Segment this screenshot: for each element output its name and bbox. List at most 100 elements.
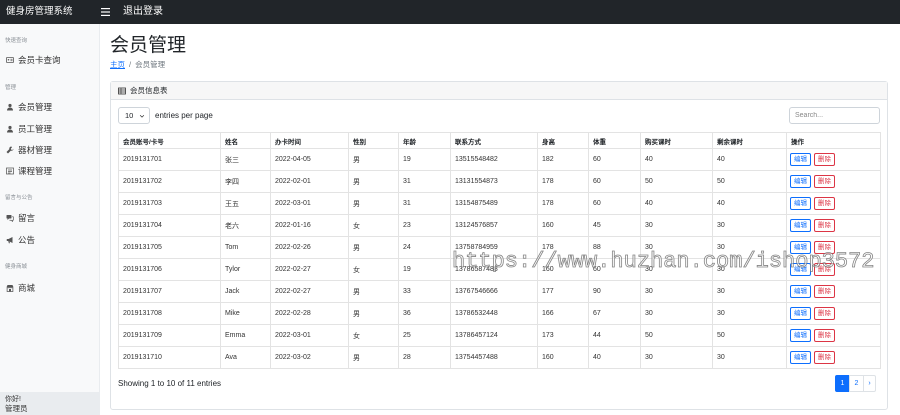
id-card-icon bbox=[6, 57, 14, 63]
search-input[interactable] bbox=[789, 107, 880, 124]
cell-member-id: 2019131701 bbox=[118, 148, 221, 171]
delete-button[interactable]: 删除 bbox=[814, 153, 835, 166]
cell-weight: 90 bbox=[588, 280, 641, 303]
cell-height: 182 bbox=[537, 148, 589, 171]
sidebar-item-label: 商城 bbox=[18, 283, 36, 293]
card-header: 会员信息表 bbox=[111, 82, 887, 100]
sidebar-item-courses[interactable]: 课程管理 bbox=[0, 162, 99, 180]
cell-remaining-hours: 40 bbox=[712, 192, 787, 215]
cell-card-date: 2022-03-02 bbox=[270, 346, 349, 369]
delete-button[interactable]: 删除 bbox=[814, 263, 835, 276]
edit-button[interactable]: 编辑 bbox=[790, 219, 811, 232]
cell-weight: 60 bbox=[588, 258, 641, 281]
top-navbar: 健身房管理系统 退出登录 bbox=[0, 0, 900, 24]
edit-button[interactable]: 编辑 bbox=[790, 153, 811, 166]
sidebar-item-mall[interactable]: 商城 bbox=[0, 279, 99, 297]
sidebar-item-label: 课程管理 bbox=[18, 166, 53, 176]
table-row: 2019131705 Tom 2022-02-26 男 24 13758784959 178… bbox=[118, 236, 881, 259]
bullhorn-icon bbox=[6, 237, 13, 244]
cell-age: 19 bbox=[398, 258, 451, 281]
cell-gender: 男 bbox=[348, 346, 399, 369]
cell-name: Tylor bbox=[220, 258, 271, 281]
edit-button[interactable]: 编辑 bbox=[790, 241, 811, 254]
cell-gender: 女 bbox=[348, 324, 399, 347]
table-row: 2019131701 张三 2022-04-05 男 19 13515548482 182 6… bbox=[118, 148, 881, 171]
sidebar-item-label: 公告 bbox=[18, 235, 36, 245]
page-size-value: 10 bbox=[125, 111, 134, 120]
user-icon bbox=[7, 125, 13, 133]
cell-gender: 男 bbox=[348, 302, 399, 325]
cell-card-date: 2022-02-27 bbox=[270, 280, 349, 303]
cell-purchased-hours: 30 bbox=[640, 236, 713, 259]
delete-button[interactable]: 删除 bbox=[814, 307, 835, 320]
cell-member-id: 2019131706 bbox=[118, 258, 221, 281]
page-size-select[interactable]: 10 bbox=[118, 107, 150, 124]
delete-button[interactable]: 删除 bbox=[814, 197, 835, 210]
cell-purchased-hours: 50 bbox=[640, 324, 713, 347]
delete-button[interactable]: 删除 bbox=[814, 329, 835, 342]
column-header-gender: 性别 bbox=[348, 132, 399, 149]
edit-button[interactable]: 编辑 bbox=[790, 197, 811, 210]
sidebar-item-equipment[interactable]: 器材管理 bbox=[0, 141, 99, 159]
cell-member-id: 2019131709 bbox=[118, 324, 221, 347]
cell-card-date: 2022-02-28 bbox=[270, 302, 349, 325]
brand-title[interactable]: 健身房管理系统 bbox=[6, 0, 73, 24]
sidebar-item-messages[interactable]: 留言 bbox=[0, 209, 99, 227]
page-1-button[interactable]: 1 bbox=[835, 375, 850, 392]
edit-button[interactable]: 编辑 bbox=[790, 285, 811, 298]
app-window: 健身房管理系统 退出登录 快速查询 会员卡查询 管理 会员管理 员工管理 器材管… bbox=[0, 0, 900, 415]
user-icon bbox=[7, 103, 13, 111]
delete-button[interactable]: 删除 bbox=[814, 175, 835, 188]
edit-button[interactable]: 编辑 bbox=[790, 175, 811, 188]
cell-purchased-hours: 40 bbox=[640, 192, 713, 215]
cell-remaining-hours: 40 bbox=[712, 148, 787, 171]
chevron-down-icon bbox=[139, 114, 145, 118]
cell-height: 178 bbox=[537, 170, 589, 193]
greeting-text: 你好! bbox=[5, 396, 21, 403]
cell-weight: 60 bbox=[588, 148, 641, 171]
sidebar-heading-messages-notices: 留言与公告 bbox=[5, 195, 33, 201]
sidebar-heading-quick-search: 快速查询 bbox=[5, 38, 28, 44]
breadcrumb-home-link[interactable]: 主页 bbox=[110, 60, 125, 69]
bars-icon[interactable] bbox=[101, 8, 110, 16]
cell-age: 33 bbox=[398, 280, 451, 303]
delete-button[interactable]: 删除 bbox=[814, 219, 835, 232]
sidebar-item-announcements[interactable]: 公告 bbox=[0, 231, 99, 249]
edit-button[interactable]: 编辑 bbox=[790, 351, 811, 364]
cell-gender: 女 bbox=[348, 258, 399, 281]
cell-height: 160 bbox=[537, 214, 589, 237]
sidebar: 快速查询 会员卡查询 管理 会员管理 员工管理 器材管理 课程管理 留言与公告 … bbox=[0, 24, 100, 415]
cell-age: 23 bbox=[398, 214, 451, 237]
sidebar-item-staff[interactable]: 员工管理 bbox=[0, 120, 99, 138]
sidebar-item-members[interactable]: 会员管理 bbox=[0, 98, 99, 116]
cell-actions: 编辑 删除 bbox=[786, 280, 881, 303]
cell-phone: 13786457124 bbox=[450, 324, 538, 347]
cell-name: Jack bbox=[220, 280, 271, 303]
edit-button[interactable]: 编辑 bbox=[790, 307, 811, 320]
cell-age: 19 bbox=[398, 148, 451, 171]
table-row: 2019131702 李四 2022-02-01 男 31 13131554873 178 6… bbox=[118, 170, 881, 193]
cell-age: 31 bbox=[398, 192, 451, 215]
cell-actions: 编辑 删除 bbox=[786, 148, 881, 171]
sidebar-item-card-lookup[interactable]: 会员卡查询 bbox=[0, 51, 99, 69]
delete-button[interactable]: 删除 bbox=[814, 351, 835, 364]
column-header-member-id: 会员账号/卡号 bbox=[118, 132, 221, 149]
cell-actions: 编辑 删除 bbox=[786, 236, 881, 259]
logout-link[interactable]: 退出登录 bbox=[123, 0, 163, 24]
header-row: 会员账号/卡号 姓名 办卡时间 性别 年龄 联系方式 身高 体重 购买课时 剩余课时 操作 bbox=[118, 132, 881, 149]
cell-phone: 13154875489 bbox=[450, 192, 538, 215]
cell-phone: 13767546666 bbox=[450, 280, 538, 303]
next-page-button[interactable]: › bbox=[863, 375, 876, 392]
card-title: 会员信息表 bbox=[130, 86, 168, 95]
cell-actions: 编辑 删除 bbox=[786, 346, 881, 369]
edit-button[interactable]: 编辑 bbox=[790, 329, 811, 342]
cell-gender: 男 bbox=[348, 148, 399, 171]
cell-card-date: 2022-02-26 bbox=[270, 236, 349, 259]
cell-card-date: 2022-03-01 bbox=[270, 192, 349, 215]
page-2-button[interactable]: 2 bbox=[849, 375, 864, 392]
cell-actions: 编辑 删除 bbox=[786, 302, 881, 325]
edit-button[interactable]: 编辑 bbox=[790, 263, 811, 276]
delete-button[interactable]: 删除 bbox=[814, 285, 835, 298]
delete-button[interactable]: 删除 bbox=[814, 241, 835, 254]
cell-age: 28 bbox=[398, 346, 451, 369]
